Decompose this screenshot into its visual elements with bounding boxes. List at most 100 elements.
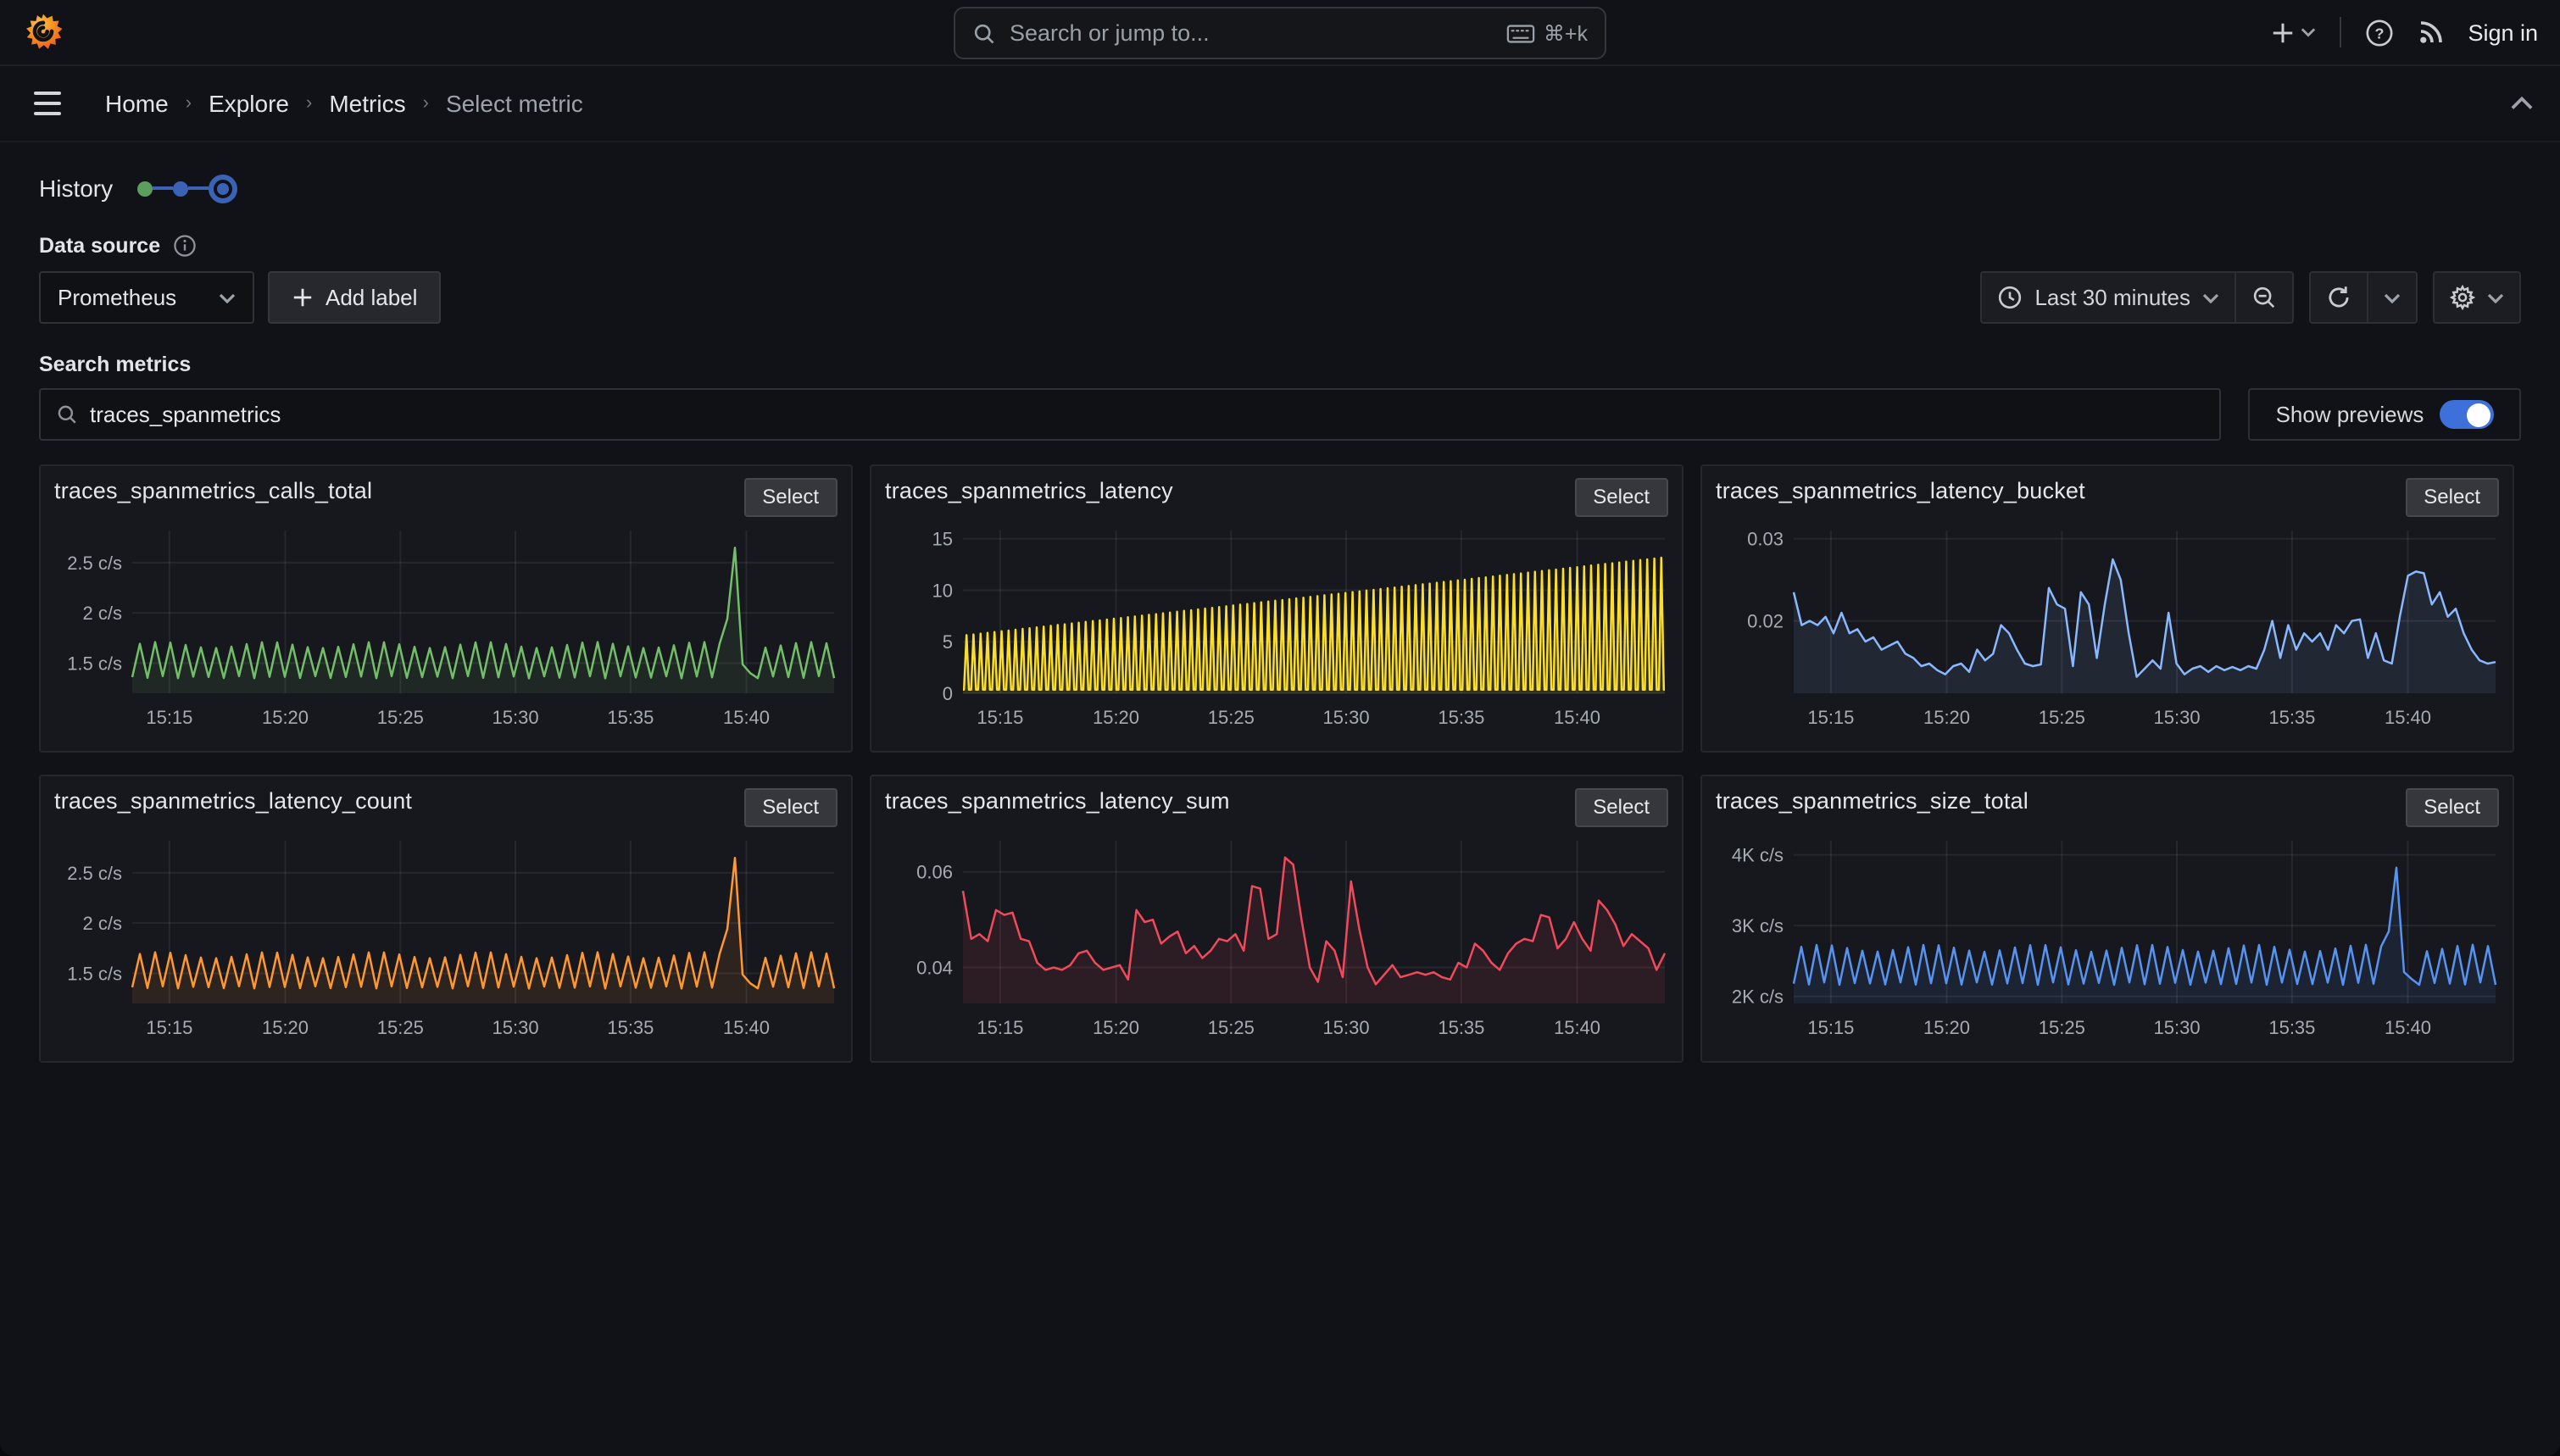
svg-text:15:35: 15:35	[607, 707, 654, 728]
new-menu-button[interactable]	[2269, 19, 2315, 45]
search-icon	[972, 21, 996, 45]
panel-select-button[interactable]: Select	[743, 788, 838, 827]
grafana-logo-icon[interactable]	[22, 11, 64, 53]
panel-select-button[interactable]: Select	[1574, 788, 1668, 827]
collapse-controls-button[interactable]	[2511, 97, 2533, 110]
panel-chart-preview: 1.5 c/s2 c/s2.5 c/s15:1515:2015:2515:301…	[54, 831, 838, 1054]
svg-text:15:35: 15:35	[1438, 707, 1484, 728]
chevron-down-icon	[2487, 292, 2504, 303]
global-search-placeholder: Search or jump to...	[1010, 20, 1506, 46]
svg-text:15:15: 15:15	[977, 1017, 1023, 1038]
global-search-input[interactable]: Search or jump to... ⌘+k	[954, 7, 1606, 59]
help-button[interactable]: ?	[2364, 18, 2393, 47]
svg-text:15:20: 15:20	[262, 1017, 309, 1038]
datasource-picker-value: Prometheus	[58, 285, 202, 310]
panel-header: traces_spanmetrics_latency_sum Select	[885, 788, 1668, 827]
svg-text:15:30: 15:30	[493, 1017, 539, 1038]
breadcrumb-current: Select metric	[446, 90, 583, 117]
time-range-picker[interactable]: Last 30 minutes	[1982, 273, 2234, 322]
search-metrics-row: traces_spanmetrics Show previews	[39, 388, 2521, 441]
panel-header: traces_spanmetrics_size_total Select	[1716, 788, 2499, 827]
query-controls-row: Prometheus Add label Last 30 minutes	[39, 271, 2521, 324]
sign-in-button[interactable]: Sign in	[2468, 19, 2538, 45]
breadcrumb: Home › Explore › Metrics › Select metric	[105, 90, 583, 117]
datasource-label: Data source	[39, 234, 160, 258]
svg-text:15:15: 15:15	[1807, 707, 1854, 728]
svg-text:2K c/s: 2K c/s	[1732, 986, 1784, 1008]
svg-text:15:25: 15:25	[1208, 707, 1255, 728]
breadcrumb-home[interactable]: Home	[105, 90, 169, 117]
history-step-dot[interactable]	[172, 181, 187, 196]
metric-panel: traces_spanmetrics_calls_total Select 1.…	[39, 464, 853, 753]
panel-title: traces_spanmetrics_latency_count	[54, 788, 412, 814]
settings-button[interactable]	[2435, 273, 2519, 322]
svg-text:15:30: 15:30	[2154, 1017, 2201, 1038]
add-label-button[interactable]: Add label	[268, 271, 441, 324]
metric-panel: traces_spanmetrics_latency Select 051015…	[870, 464, 1683, 753]
svg-text:1.5 c/s: 1.5 c/s	[67, 653, 122, 674]
panel-chart-preview: 0.040.0615:1515:2015:2515:3015:3515:40	[885, 831, 1668, 1054]
zoom-out-button[interactable]	[2234, 273, 2292, 322]
panel-select-button[interactable]: Select	[743, 478, 838, 517]
history-steps[interactable]	[136, 174, 237, 203]
panel-chart-preview: 05101515:1515:2015:2515:3015:3515:40	[885, 520, 1668, 744]
search-metrics-input[interactable]: traces_spanmetrics	[39, 388, 2221, 441]
metric-panel: traces_spanmetrics_latency_sum Select 0.…	[870, 775, 1683, 1063]
help-icon: ?	[2364, 18, 2393, 47]
keyboard-shortcut-hint: ⌘+k	[1506, 20, 1588, 46]
svg-text:2.5 c/s: 2.5 c/s	[67, 553, 122, 574]
svg-text:0.04: 0.04	[916, 958, 953, 979]
svg-text:15:40: 15:40	[723, 1017, 770, 1038]
news-button[interactable]	[2417, 19, 2444, 46]
svg-text:15:40: 15:40	[723, 707, 770, 728]
refresh-interval-dropdown[interactable]	[2367, 273, 2416, 322]
search-metrics-value: traces_spanmetrics	[90, 402, 281, 427]
svg-text:15:40: 15:40	[2385, 1017, 2431, 1038]
panel-title: traces_spanmetrics_latency_sum	[885, 788, 1230, 814]
panel-select-button[interactable]: Select	[2405, 788, 2499, 827]
svg-text:4K c/s: 4K c/s	[1732, 845, 1784, 866]
breadcrumb-separator: ›	[423, 93, 429, 114]
chevron-up-icon	[2511, 97, 2533, 110]
svg-text:15:25: 15:25	[1208, 1017, 1255, 1038]
history-step-connector	[152, 186, 172, 191]
svg-text:15:30: 15:30	[1323, 1017, 1370, 1038]
panel-header: traces_spanmetrics_latency Select	[885, 478, 1668, 517]
plus-icon	[292, 286, 314, 308]
chevron-down-icon	[219, 292, 236, 303]
svg-text:1.5 c/s: 1.5 c/s	[67, 963, 122, 984]
svg-text:15:35: 15:35	[1438, 1017, 1484, 1038]
panel-select-button[interactable]: Select	[1574, 478, 1668, 517]
svg-text:0: 0	[943, 683, 953, 704]
history-label: History	[39, 175, 113, 202]
svg-text:0.03: 0.03	[1747, 529, 1784, 550]
breadcrumb-explore[interactable]: Explore	[209, 90, 289, 117]
search-icon	[56, 403, 78, 425]
refresh-button[interactable]	[2311, 273, 2367, 322]
panel-title: traces_spanmetrics_size_total	[1716, 788, 2029, 814]
datasource-picker[interactable]: Prometheus	[39, 271, 254, 324]
breadcrumb-metrics[interactable]: Metrics	[329, 90, 405, 117]
time-range-label: Last 30 minutes	[2034, 285, 2190, 310]
panel-title: traces_spanmetrics_latency	[885, 478, 1173, 503]
svg-text:15:25: 15:25	[2039, 707, 2085, 728]
svg-text:15:30: 15:30	[493, 707, 539, 728]
gear-icon	[2450, 285, 2475, 310]
panel-title: traces_spanmetrics_calls_total	[54, 478, 372, 503]
refresh-icon	[2326, 285, 2351, 310]
history-step-dot[interactable]	[136, 181, 152, 196]
top-nav-actions: ? Sign in	[2269, 17, 2538, 47]
clock-icon	[1997, 285, 2023, 310]
svg-text:15:35: 15:35	[2268, 707, 2315, 728]
svg-text:15:15: 15:15	[1807, 1017, 1854, 1038]
mega-menu-toggle[interactable]	[27, 85, 68, 122]
svg-text:15:20: 15:20	[1923, 707, 1970, 728]
panel-select-button[interactable]: Select	[2405, 478, 2499, 517]
history-current-step[interactable]	[208, 174, 237, 203]
panel-header: traces_spanmetrics_latency_count Select	[54, 788, 838, 827]
metric-panel: traces_spanmetrics_size_total Select 2K …	[1700, 775, 2514, 1063]
rss-icon	[2417, 19, 2444, 46]
show-previews-toggle[interactable]	[2439, 400, 2493, 429]
zoom-out-icon	[2251, 285, 2277, 310]
plus-icon	[2269, 19, 2295, 45]
